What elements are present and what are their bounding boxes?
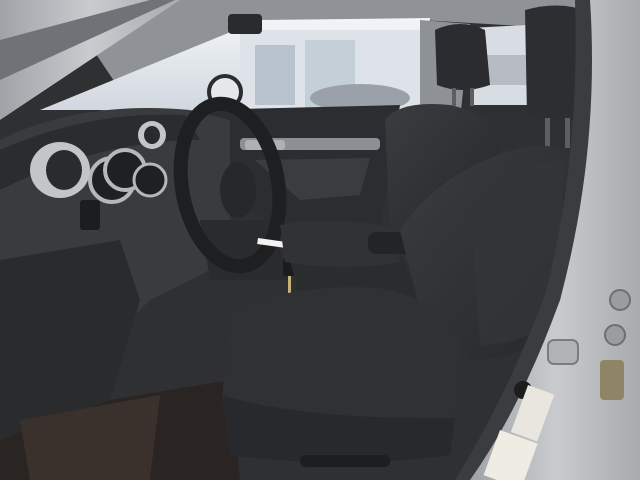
car-interior-photo — [0, 0, 640, 480]
door-bolt-2 — [604, 324, 626, 346]
driver-headrest-post-l — [545, 118, 550, 148]
door-bolt-1 — [609, 289, 631, 311]
passenger-headrest — [435, 24, 490, 90]
driver-headrest-post-r — [565, 118, 570, 148]
rearview-mirror — [228, 14, 262, 34]
passenger-headrest-post-l — [452, 88, 456, 106]
door-striker — [547, 339, 579, 365]
garage-door-1 — [255, 45, 295, 105]
gauge-right — [132, 162, 168, 198]
air-vent-left-grille — [46, 150, 82, 190]
door-hinge — [600, 360, 624, 400]
key-blade — [288, 276, 291, 294]
steering-wheel-hub — [220, 162, 256, 218]
passenger-headrest-post-r — [470, 88, 474, 106]
seat-adjust-lever — [300, 455, 390, 467]
air-vent-center-grille — [144, 126, 160, 144]
mirror-switch-panel — [80, 200, 100, 230]
